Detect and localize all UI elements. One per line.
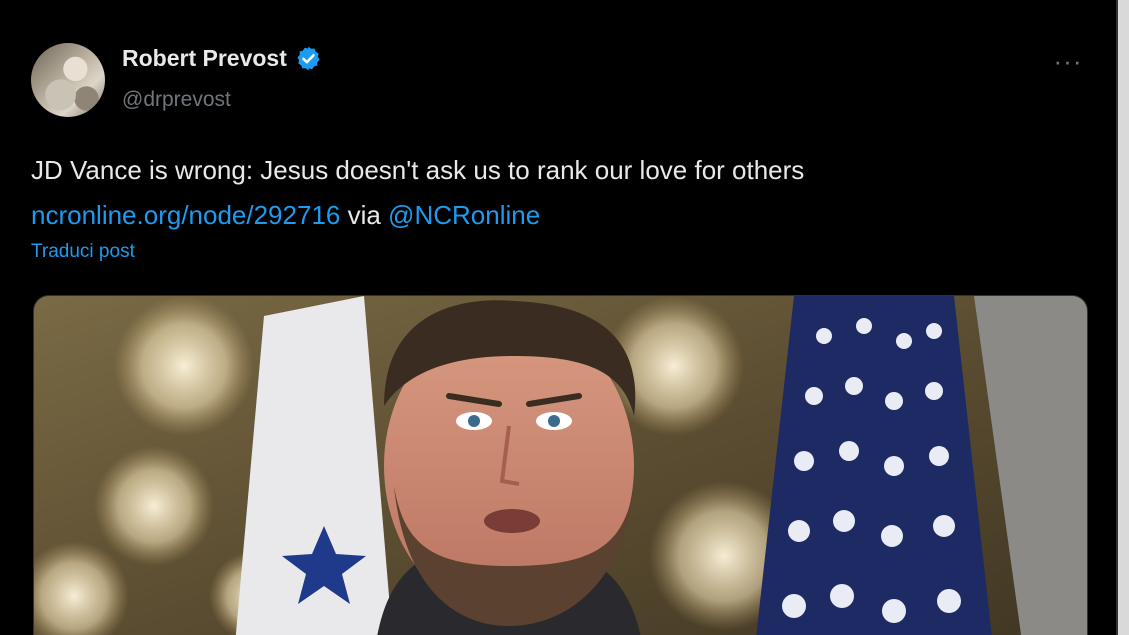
more-options-icon[interactable]: ···	[1048, 45, 1088, 77]
via-text: via	[340, 200, 389, 230]
translate-post-link[interactable]: Traduci post	[31, 241, 135, 263]
author-avatar[interactable]	[31, 43, 105, 117]
author-handle[interactable]: @drprevost	[122, 88, 231, 112]
tweet-media-photo[interactable]	[33, 295, 1088, 635]
tweet-text: JD Vance is wrong: Jesus doesn't ask us …	[31, 148, 1081, 238]
mention-link[interactable]: @NCRonline	[388, 200, 540, 230]
photo-illustration	[34, 296, 1087, 635]
author-name-row: Robert Prevost	[122, 45, 322, 72]
verified-badge-icon[interactable]	[295, 45, 322, 72]
tweet-text-line: JD Vance is wrong: Jesus doesn't ask us …	[31, 155, 805, 185]
tweet-link-line: ncronline.org/node/292716 via @NCRonline	[31, 193, 1081, 238]
article-link[interactable]: ncronline.org/node/292716	[31, 200, 340, 230]
author-display-name[interactable]: Robert Prevost	[122, 45, 287, 72]
tweet-card: Robert Prevost @drprevost ··· JD Vance i…	[0, 0, 1118, 635]
